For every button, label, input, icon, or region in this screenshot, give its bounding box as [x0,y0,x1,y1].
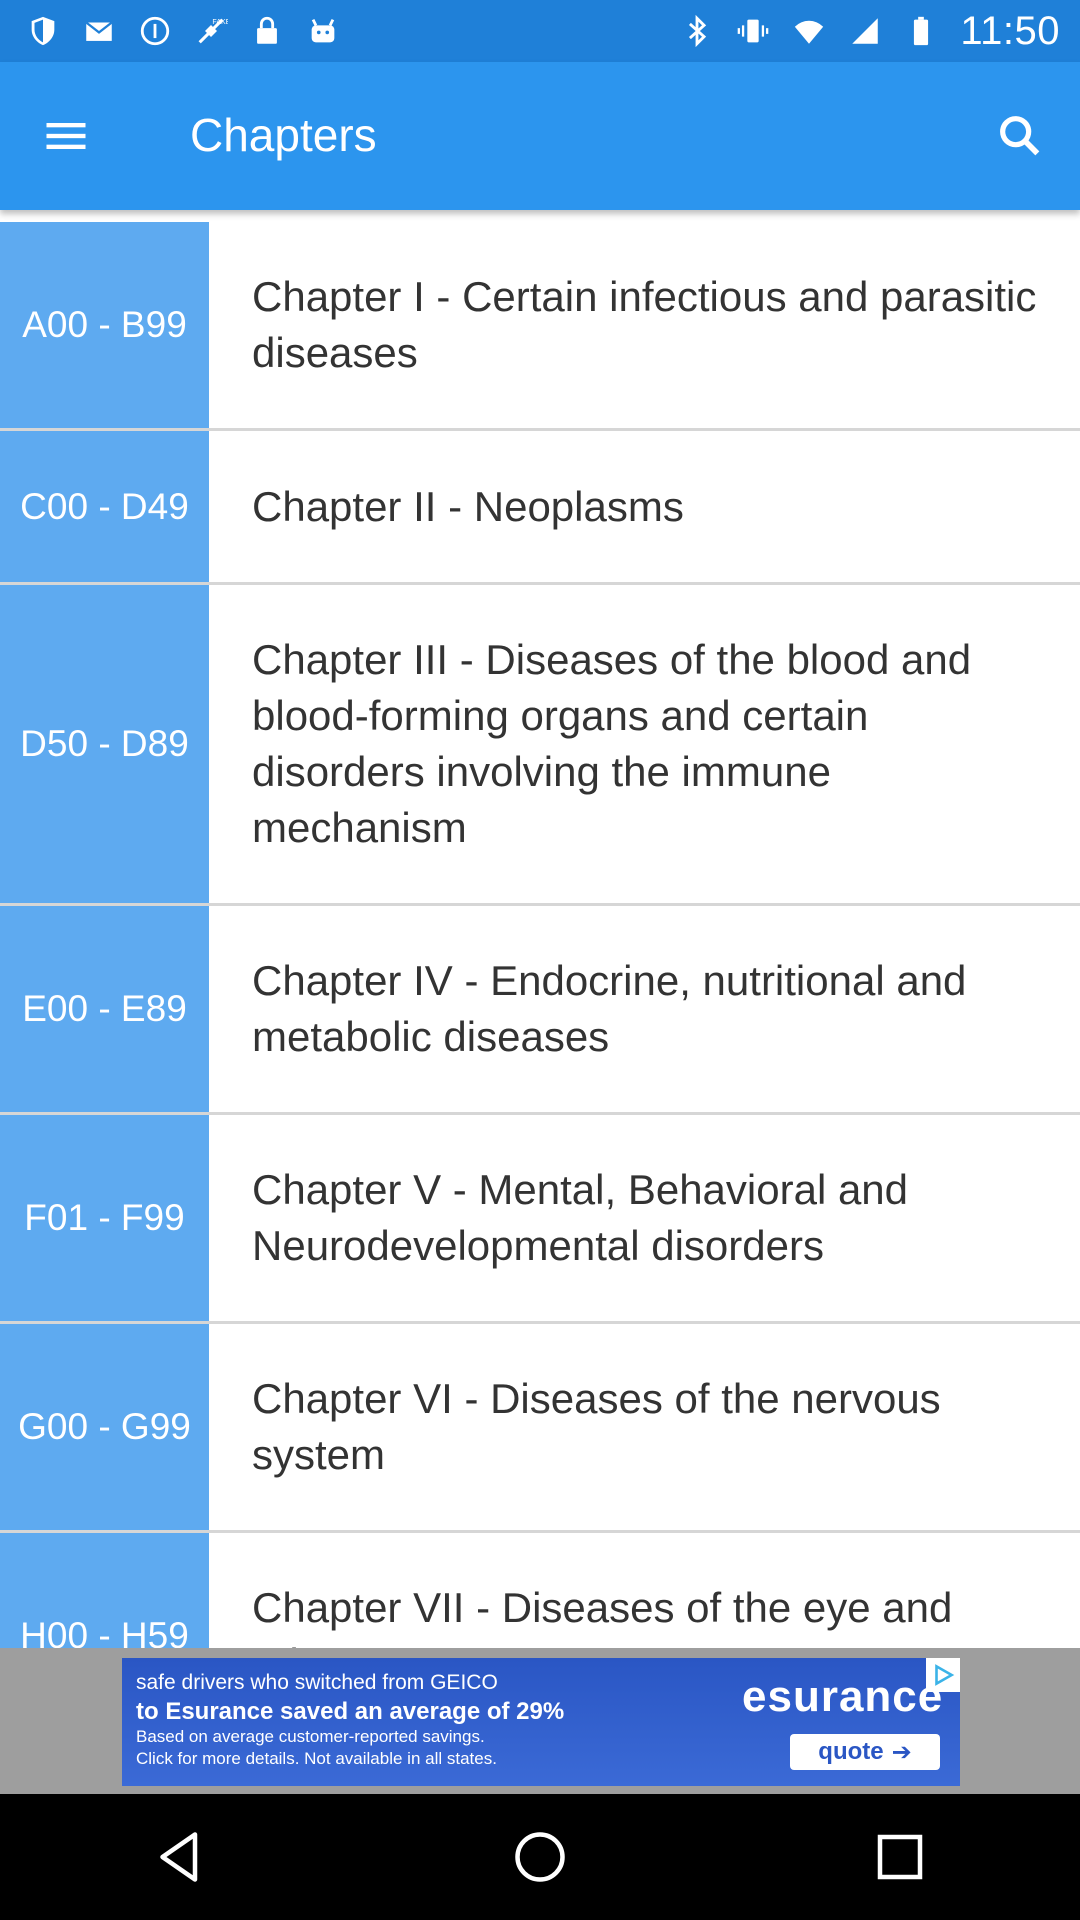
menu-button[interactable] [36,106,96,166]
chapter-code: H00 - H59 [0,1533,209,1648]
chapter-code: E00 - E89 [0,906,209,1112]
chapter-row[interactable]: E00 - E89 Chapter IV - Endocrine, nutrit… [0,906,1080,1115]
signal-icon [848,14,882,48]
search-icon [1000,116,1040,156]
chapter-row[interactable]: A00 - B99 Chapter I - Certain infectious… [0,222,1080,431]
chapter-title: Chapter III - Diseases of the blood and … [252,636,972,851]
system-nav-bar [0,1794,1080,1920]
ad-line-2: to Esurance saved an average of 29% [136,1698,565,1725]
menu-icon [46,123,86,149]
shield-icon [26,14,60,48]
back-icon [160,1832,198,1882]
ad-brand-logo: esurance [742,1672,944,1721]
fake-gps-icon: FAKE [194,14,228,48]
chapter-code: F01 - F99 [0,1115,209,1321]
chapter-title: Chapter IV - Endocrine, nutritional and … [252,957,967,1060]
search-button[interactable] [990,106,1050,166]
status-notification-icons: FAKE [0,14,340,48]
ad-choices-button[interactable] [926,1658,960,1692]
recents-button[interactable] [860,1817,940,1897]
android-icon [306,14,340,48]
svg-text:FAKE: FAKE [212,18,228,26]
home-icon [515,1832,565,1882]
ad-banner[interactable]: safe drivers who switched from GEICO to … [122,1658,960,1786]
ad-quote-button[interactable]: quote ➔ [790,1734,940,1770]
ad-line-4: Click for more details. Not available in… [136,1749,497,1768]
chapter-code: D50 - D89 [0,585,209,903]
chapter-row[interactable]: G00 - G99 Chapter VI - Diseases of the n… [0,1324,1080,1533]
info-icon [138,14,172,48]
status-bar: FAKE 11:50 [0,0,1080,62]
battery-icon [904,14,938,48]
chapter-code: C00 - D49 [0,431,209,582]
chapter-list[interactable]: A00 - B99 Chapter I - Certain infectious… [0,222,1080,1648]
page-title: Chapters [190,109,377,161]
chapter-title: Chapter VI - Diseases of the nervous sys… [252,1375,941,1478]
chapter-row[interactable]: F01 - F99 Chapter V - Mental, Behavioral… [0,1115,1080,1324]
recents-icon [877,1834,923,1880]
ad-choices-icon [935,1664,955,1686]
ad-quote-label: quote [818,1738,884,1765]
bluetooth-icon [680,14,714,48]
chapter-title: Chapter V - Mental, Behavioral and Neuro… [252,1166,909,1269]
chapter-row[interactable]: H00 - H59 Chapter VII - Diseases of the … [0,1533,1080,1648]
ad-copy: safe drivers who switched from GEICO to … [136,1668,696,1770]
clock-time: 11:50 [960,8,1060,53]
chapter-title: Chapter II - Neoplasms [252,482,684,530]
arrow-right-icon: ➔ [891,1738,912,1766]
chapter-row[interactable]: C00 - D49 Chapter II - Neoplasms [0,431,1080,585]
chapter-title: Chapter VII - Diseases of the eye and ad… [252,1584,953,1648]
chapter-code: G00 - G99 [0,1324,209,1530]
wifi-icon [792,14,826,48]
app-bar: Chapters [0,62,1080,210]
ad-container: safe drivers who switched from GEICO to … [0,1648,1080,1794]
home-button[interactable] [500,1817,580,1897]
chapter-title: Chapter I - Certain infectious and paras… [252,273,1037,376]
back-button[interactable] [140,1817,220,1897]
status-system-icons: 11:50 [680,9,1080,54]
mail-icon [82,14,116,48]
lock-icon [250,14,284,48]
ad-line-1: safe drivers who switched from GEICO [136,1671,498,1694]
vibrate-icon [736,14,770,48]
chapter-code: A00 - B99 [0,222,209,428]
ad-line-3: Based on average customer-reported savin… [136,1727,485,1746]
chapter-row[interactable]: D50 - D89 Chapter III - Diseases of the … [0,585,1080,906]
